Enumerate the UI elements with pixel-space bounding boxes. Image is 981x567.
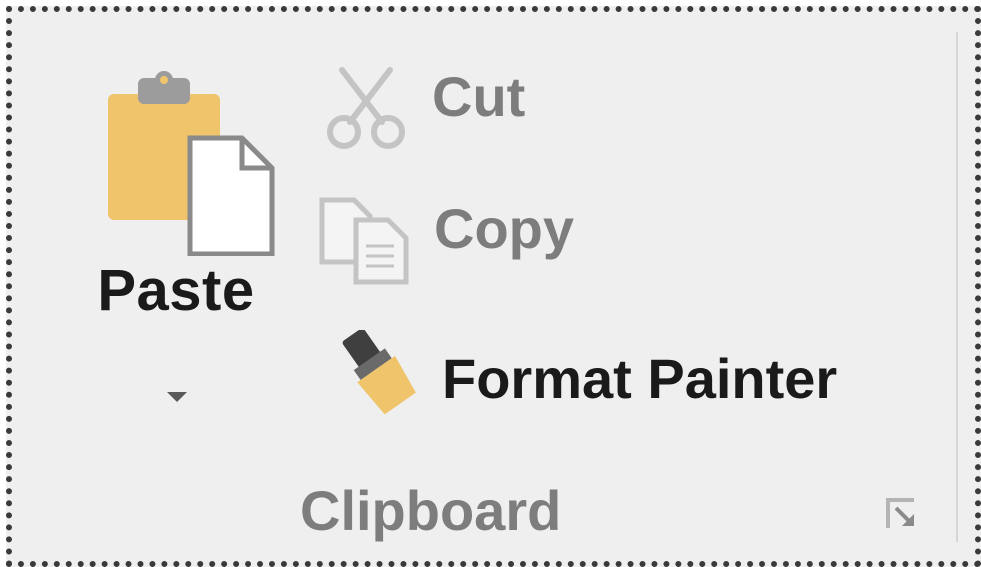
cut-label: Cut xyxy=(432,65,526,128)
paste-label: Paste xyxy=(97,258,255,323)
dialog-launcher-icon[interactable] xyxy=(884,496,918,532)
group-label: Clipboard xyxy=(300,479,562,542)
group-divider xyxy=(956,32,958,542)
clipboard-group: Paste Cut Copy Format Painter Clipboard xyxy=(6,6,981,567)
paintbrush-icon xyxy=(342,330,416,415)
format-painter-label: Format Painter xyxy=(442,347,838,410)
copy-label: Copy xyxy=(434,197,574,260)
caret-down-icon[interactable] xyxy=(165,390,189,404)
paste-button[interactable]: Paste xyxy=(72,52,292,432)
copy-button[interactable]: Copy xyxy=(310,192,610,288)
format-painter-button[interactable]: Format Painter xyxy=(310,324,910,420)
cut-button[interactable]: Cut xyxy=(310,64,570,154)
copy-icon xyxy=(319,197,409,285)
clipboard-paste-icon xyxy=(108,71,275,256)
scissors-icon xyxy=(327,67,405,149)
